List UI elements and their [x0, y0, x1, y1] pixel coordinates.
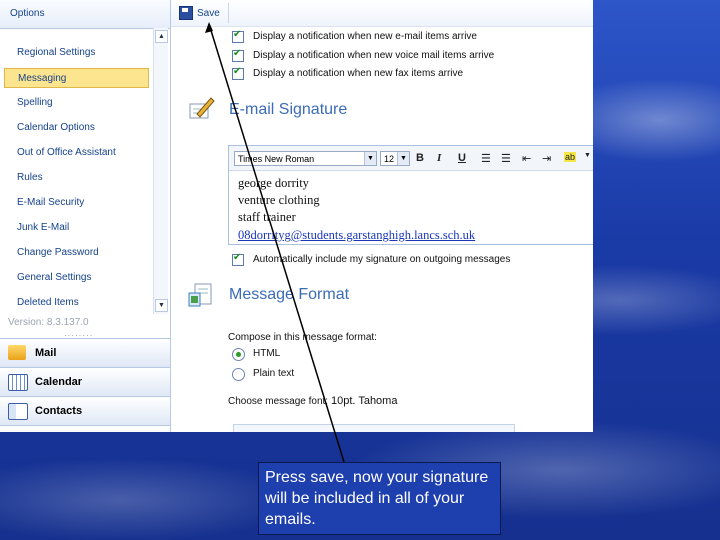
calendar-button[interactable]: Calendar	[0, 367, 170, 396]
save-icon	[179, 6, 193, 20]
chevron-down-icon: ▼	[397, 152, 409, 165]
calendar-icon	[8, 374, 28, 391]
mail-label: Mail	[35, 347, 57, 359]
signature-line: venture clothing	[238, 193, 320, 207]
instruction-callout: Press save, now your signature will be i…	[258, 462, 501, 535]
message-font-value[interactable]: 10pt. Tahoma	[331, 395, 397, 407]
chevron-down-icon: ▼	[364, 152, 376, 165]
voicemail-notify-label: Display a notification when new voice ma…	[253, 50, 495, 61]
nav-item-junk-email[interactable]: Junk E-Mail	[4, 218, 149, 238]
nav-scrollbar[interactable]: ▲ ▼	[153, 28, 168, 314]
nav-item-rules[interactable]: Rules	[4, 168, 149, 188]
fax-notify-label: Display a notification when new fax item…	[253, 68, 464, 79]
mail-icon	[8, 345, 26, 360]
nav-header: Options	[0, 0, 170, 29]
fax-notify-checkbox[interactable]	[232, 66, 244, 80]
nav-item-change-password[interactable]: Change Password	[4, 243, 149, 263]
signature-line: staff trainer	[238, 210, 296, 224]
signature-editor[interactable]: Times New Roman ▼ 12 ▼ B I U ☰ ☰ ⇤ ⇥ ab …	[228, 145, 593, 245]
nav-item-spelling[interactable]: Spelling	[4, 93, 149, 113]
numbered-list-icon[interactable]: ☰	[501, 152, 511, 165]
plain-text-format-label: Plain text	[253, 368, 295, 379]
indent-icon[interactable]: ⇥	[542, 152, 551, 165]
font-family-value: Times New Roman	[238, 154, 315, 164]
options-nav: Options Regional Settings Messaging Spel…	[0, 0, 171, 432]
highlight-icon[interactable]: ab	[564, 152, 577, 162]
scroll-down-icon[interactable]: ▼	[155, 299, 168, 312]
message-font-preview-toolbar	[233, 424, 515, 432]
font-size-select[interactable]: 12 ▼	[380, 151, 410, 166]
font-size-value: 12	[384, 154, 395, 164]
signature-section-title: E-mail Signature	[229, 101, 348, 118]
messaging-options-pane: Save Display a notification when new e-m…	[171, 0, 593, 432]
message-font-label: Choose message font:	[228, 396, 329, 407]
save-label: Save	[197, 7, 220, 19]
html-format-radio[interactable]	[232, 348, 245, 361]
voicemail-notify-checkbox[interactable]	[232, 48, 244, 62]
bold-button[interactable]: B	[416, 152, 424, 164]
nav-item-messaging[interactable]: Messaging	[4, 68, 149, 88]
nav-item-regional-settings[interactable]: Regional Settings	[4, 43, 149, 63]
nav-item-deleted-items[interactable]: Deleted Items	[4, 293, 149, 313]
signature-pen-icon	[189, 97, 215, 119]
options-toolbar: Save	[171, 0, 593, 27]
signature-line: george dorrity	[238, 176, 309, 190]
email-notify-checkbox[interactable]	[232, 29, 244, 43]
signature-format-toolbar: Times New Roman ▼ 12 ▼ B I U ☰ ☰ ⇤ ⇥ ab …	[229, 146, 593, 171]
chevron-down-icon[interactable]: ▼	[584, 152, 591, 159]
nav-item-out-of-office[interactable]: Out of Office Assistant	[4, 143, 149, 163]
email-notify-label: Display a notification when new e-mail i…	[253, 31, 477, 42]
nav-title: Options	[10, 8, 45, 19]
html-format-label: HTML	[253, 348, 281, 359]
contacts-label: Contacts	[35, 405, 83, 417]
nav-item-general-settings[interactable]: General Settings	[4, 268, 149, 288]
message-format-icon	[188, 283, 212, 307]
auto-include-signature-checkbox[interactable]	[232, 252, 244, 266]
plain-text-format-radio[interactable]	[232, 368, 245, 381]
italic-button[interactable]: I	[437, 152, 441, 164]
bullet-list-icon[interactable]: ☰	[481, 152, 491, 165]
version-text: Version: 8.3.137.0	[8, 317, 89, 328]
contacts-icon	[8, 403, 28, 420]
toolbar-divider	[228, 3, 229, 23]
options-window: Options Regional Settings Messaging Spel…	[0, 0, 593, 432]
nav-item-calendar-options[interactable]: Calendar Options	[4, 118, 149, 138]
font-family-select[interactable]: Times New Roman ▼	[234, 151, 377, 166]
tasks-button[interactable]	[0, 425, 170, 432]
message-format-title: Message Format	[229, 286, 350, 303]
underline-button[interactable]: U	[458, 152, 466, 164]
compose-format-label: Compose in this message format:	[228, 332, 377, 343]
save-button[interactable]: Save	[179, 4, 220, 22]
signature-email-link[interactable]: 08dorrityg@students.garstanghigh.lancs.s…	[238, 228, 475, 243]
calendar-label: Calendar	[35, 376, 83, 388]
nav-item-email-security[interactable]: E-Mail Security	[4, 193, 149, 213]
contacts-button[interactable]: Contacts	[0, 396, 170, 425]
scroll-up-icon[interactable]: ▲	[155, 30, 168, 43]
auto-include-signature-label: Automatically include my signature on ou…	[253, 254, 511, 265]
outdent-icon[interactable]: ⇤	[522, 152, 531, 165]
mail-button[interactable]: Mail	[0, 338, 170, 367]
